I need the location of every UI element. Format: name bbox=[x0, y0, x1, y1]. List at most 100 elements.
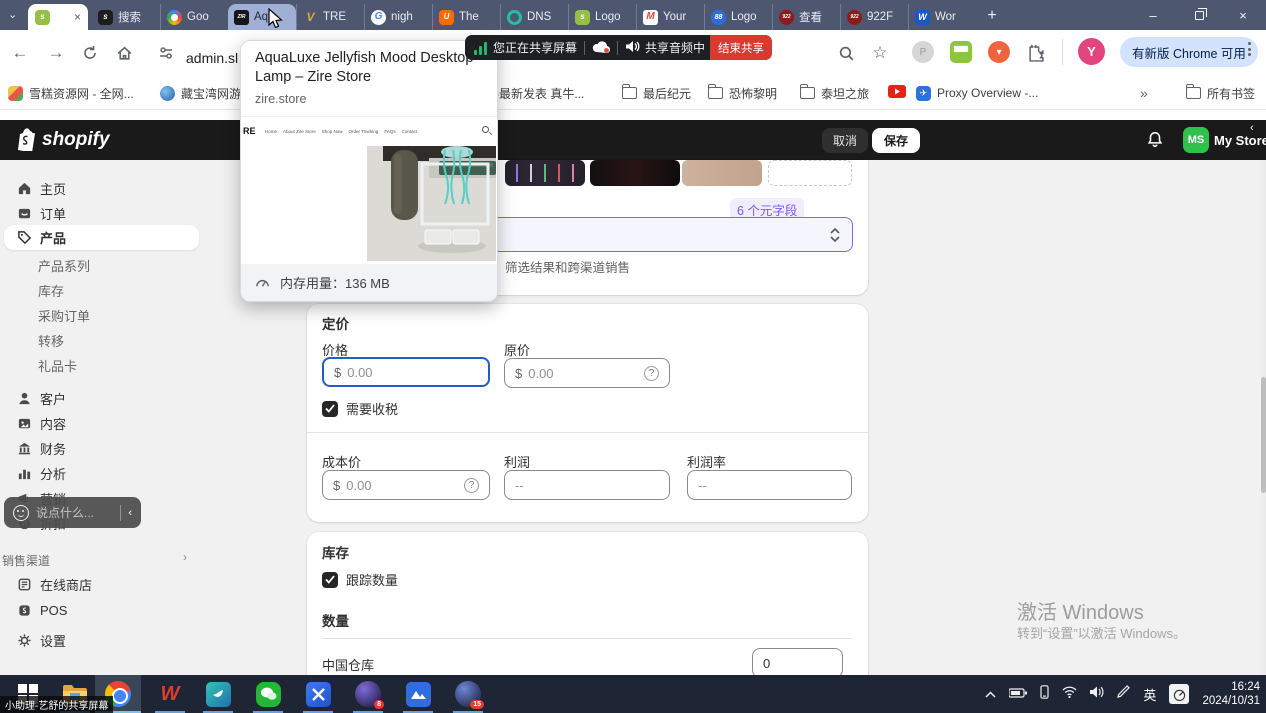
bookmark-item[interactable]: 藏宝湾网游 bbox=[160, 83, 241, 103]
track-quantity-row[interactable]: 跟踪数量 bbox=[322, 570, 398, 589]
forward-icon[interactable]: → bbox=[42, 39, 70, 67]
collapse-chevron-icon[interactable]: ‹ bbox=[1250, 122, 1254, 134]
browser-tab[interactable]: s Logo bbox=[568, 4, 636, 30]
media-thumbnail[interactable] bbox=[590, 160, 680, 186]
bookmark-folder[interactable]: 最后纪元 bbox=[622, 83, 691, 103]
sidebar-item-pos[interactable]: POS bbox=[4, 598, 199, 622]
extensions-puzzle-icon[interactable] bbox=[1022, 39, 1050, 67]
browser-tab[interactable]: V TRE bbox=[296, 4, 364, 30]
profile-avatar[interactable]: Y bbox=[1078, 38, 1105, 65]
sidebar-item-inventory[interactable]: 库存 bbox=[4, 278, 199, 302]
sidebar-item-home[interactable]: 主页 bbox=[4, 176, 199, 200]
new-tab-button[interactable]: + bbox=[978, 3, 1006, 29]
active-tab[interactable]: s × bbox=[28, 4, 88, 30]
window-close-button[interactable]: × bbox=[1220, 0, 1266, 30]
checkbox-checked-icon[interactable] bbox=[322, 572, 338, 588]
scrollbar-thumb[interactable] bbox=[1261, 377, 1266, 493]
reload-icon[interactable] bbox=[76, 39, 104, 67]
tax-checkbox-row[interactable]: 需要收税 bbox=[322, 399, 398, 418]
home-icon[interactable] bbox=[110, 39, 138, 67]
bookmarks-overflow-icon[interactable]: » bbox=[1140, 83, 1148, 103]
sidebar-item-orders[interactable]: 订单 bbox=[4, 201, 199, 225]
mountain-app-button[interactable] bbox=[395, 675, 441, 713]
channels-chevron-icon[interactable]: › bbox=[183, 550, 187, 564]
browser-tab[interactable]: s 搜索 bbox=[92, 4, 160, 30]
price-input[interactable]: $ 0.00 bbox=[322, 357, 490, 387]
gauge-tray-icon[interactable] bbox=[1169, 684, 1189, 704]
browser-tab[interactable]: DNS bbox=[500, 4, 568, 30]
back-icon[interactable]: ← bbox=[6, 39, 34, 67]
assistant-input[interactable]: 说点什么... bbox=[36, 504, 113, 521]
store-avatar[interactable]: MS bbox=[1183, 127, 1209, 153]
browser-tab-hovered[interactable]: ZIR Aqu bbox=[228, 4, 296, 30]
sidebar-item-finance[interactable]: 财务 bbox=[4, 436, 199, 460]
bookmark-item[interactable]: ✈ Proxy Overview -... bbox=[916, 83, 1038, 103]
sidebar-item-content[interactable]: 内容 bbox=[4, 411, 199, 435]
tab-search-chevron-icon[interactable]: ⌄ bbox=[8, 8, 17, 21]
tab-close-icon[interactable]: × bbox=[74, 11, 81, 23]
browser-tab[interactable]: G nigh bbox=[364, 4, 432, 30]
browser-tab[interactable]: W Wor bbox=[908, 4, 976, 30]
sidebar-item-gift-cards[interactable]: 礼品卡 bbox=[4, 353, 199, 377]
browser-tab[interactable]: 88 Logo bbox=[704, 4, 772, 30]
sidebar-item-customers[interactable]: 客户 bbox=[4, 386, 199, 410]
bookmark-item[interactable]: 雪糕资源网 - 全网... bbox=[8, 83, 134, 103]
extension-glasses-icon[interactable]: ▀▀ bbox=[950, 41, 972, 63]
tray-expand-icon[interactable] bbox=[985, 685, 996, 703]
sidebar-item-purchase-orders[interactable]: 采购订单 bbox=[4, 303, 199, 327]
assistant-widget[interactable]: 说点什么... ‹ bbox=[4, 497, 141, 528]
battery-icon[interactable] bbox=[1009, 685, 1027, 703]
chrome-update-chip[interactable]: 有新版 Chrome 可用 bbox=[1120, 37, 1258, 67]
save-button[interactable]: 保存 bbox=[872, 128, 920, 153]
phone-icon[interactable] bbox=[1040, 685, 1049, 704]
sidebar-item-online-store[interactable]: 在线商店 bbox=[4, 572, 199, 596]
media-thumbnail[interactable] bbox=[682, 160, 762, 186]
volume-icon[interactable] bbox=[1090, 685, 1104, 703]
bookmark-star-icon[interactable]: ☆ bbox=[866, 39, 894, 67]
profit-input[interactable]: -- bbox=[504, 470, 670, 500]
sidebar-item-transfers[interactable]: 转移 bbox=[4, 328, 199, 352]
x-app-button[interactable] bbox=[295, 675, 341, 713]
browser-8-button[interactable]: 8 bbox=[345, 675, 391, 713]
stop-sharing-button[interactable]: 结束共享 bbox=[710, 35, 772, 60]
assistant-collapse-icon[interactable]: ‹ bbox=[128, 507, 132, 519]
cloud-icon[interactable] bbox=[592, 40, 610, 56]
compare-price-input[interactable]: $ 0.00 ? bbox=[504, 358, 670, 388]
shopify-logo[interactable]: shopify bbox=[16, 128, 110, 151]
browser-menu-icon[interactable] bbox=[1248, 42, 1251, 56]
browser-tab[interactable]: U The bbox=[432, 4, 500, 30]
window-minimize-button[interactable]: – bbox=[1130, 0, 1176, 30]
shield-app-button[interactable] bbox=[195, 675, 241, 713]
help-icon[interactable]: ? bbox=[644, 366, 659, 381]
window-maximize-button[interactable] bbox=[1176, 0, 1222, 30]
help-icon[interactable]: ? bbox=[464, 478, 479, 493]
cost-input[interactable]: $ 0.00 ? bbox=[322, 470, 490, 500]
sidebar-item-collections[interactable]: 产品系列 bbox=[4, 253, 199, 277]
media-thumbnail[interactable] bbox=[505, 160, 585, 186]
pen-icon[interactable] bbox=[1117, 685, 1130, 703]
address-bar-url[interactable]: admin.sl bbox=[186, 50, 238, 66]
browser-tab[interactable]: M Your bbox=[636, 4, 704, 30]
clock[interactable]: 16:24 2024/10/31 bbox=[1202, 680, 1260, 708]
browser-tab[interactable]: Goo bbox=[160, 4, 228, 30]
sidebar-item-analytics[interactable]: 分析 bbox=[4, 461, 199, 485]
add-media-tile[interactable] bbox=[768, 160, 852, 186]
ime-indicator[interactable]: 英 bbox=[1143, 685, 1156, 704]
browser-tab[interactable]: 922 查看 bbox=[772, 4, 840, 30]
sidebar-item-settings[interactable]: 设置 bbox=[4, 628, 199, 652]
extension-p-icon[interactable]: P bbox=[912, 41, 934, 63]
bookmark-youtube[interactable] bbox=[888, 83, 906, 103]
wechat-button[interactable] bbox=[245, 675, 291, 713]
wifi-icon[interactable] bbox=[1062, 685, 1077, 703]
checkbox-checked-icon[interactable] bbox=[322, 401, 338, 417]
margin-input[interactable]: -- bbox=[687, 470, 852, 500]
bookmark-folder[interactable]: 泰坦之旅 bbox=[800, 83, 869, 103]
all-bookmarks-folder[interactable]: 所有书签 bbox=[1186, 83, 1255, 103]
wps-button[interactable]: W bbox=[147, 675, 193, 713]
site-info-icon[interactable] bbox=[152, 39, 180, 67]
bookmark-folder[interactable]: 恐怖黎明 bbox=[708, 83, 777, 103]
bookmark-item[interactable]: 读-最新发表 真牛... bbox=[483, 83, 584, 103]
notifications-bell-icon[interactable] bbox=[1146, 130, 1164, 154]
sidebar-item-products[interactable]: 产品 bbox=[4, 225, 199, 250]
browser-15-button[interactable]: 15 bbox=[445, 675, 491, 713]
